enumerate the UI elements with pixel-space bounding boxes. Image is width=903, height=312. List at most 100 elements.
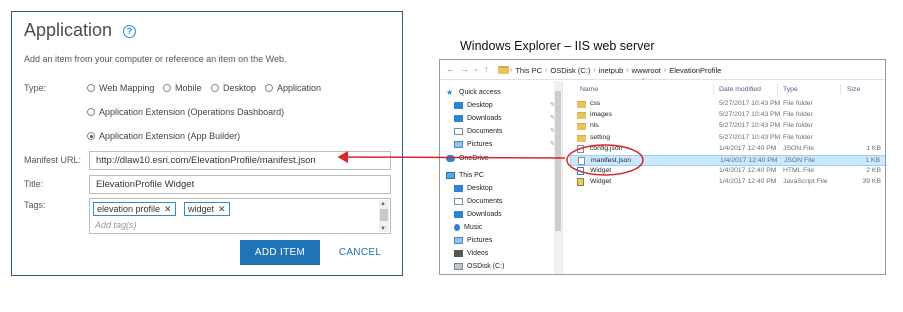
star-icon: ★ bbox=[446, 88, 454, 97]
file-name: Widget bbox=[590, 178, 612, 186]
title-input[interactable]: ElevationProfile Widget bbox=[89, 175, 391, 194]
file-date: 5/27/2017 10:43 PM bbox=[719, 111, 781, 119]
column-divider[interactable] bbox=[777, 84, 778, 95]
radio-circle[interactable] bbox=[163, 84, 171, 92]
chevron-right-icon: › bbox=[626, 66, 629, 74]
nav-label: Pictures bbox=[467, 141, 493, 148]
remove-tag-icon[interactable]: ✕ bbox=[164, 204, 172, 215]
radio-mobile[interactable]: Mobile bbox=[163, 83, 202, 93]
breadcrumb-item[interactable]: wwwroot bbox=[632, 66, 661, 75]
nav-item-this-pc[interactable]: This PC bbox=[446, 170, 484, 181]
downloads-icon bbox=[454, 115, 463, 122]
nav-item-pictures-pc[interactable]: Pictures bbox=[454, 235, 492, 246]
nav-label: OneDrive bbox=[459, 155, 489, 162]
manifest-url-input[interactable]: http://dlaw10.esri.com/ElevationProfile/… bbox=[89, 151, 391, 170]
scroll-thumb[interactable] bbox=[380, 209, 388, 221]
recent-dropdown-icon[interactable]: ⌄ bbox=[473, 65, 479, 73]
radio-label: Web Mapping bbox=[99, 83, 155, 93]
radio-application[interactable]: Application bbox=[265, 83, 321, 93]
nav-scrollbar[interactable] bbox=[554, 81, 562, 274]
downloads-icon bbox=[454, 211, 463, 218]
nav-item-desktop[interactable]: Desktop bbox=[454, 100, 493, 111]
radio-circle[interactable] bbox=[265, 84, 273, 92]
radio-circle[interactable] bbox=[87, 84, 95, 92]
column-header-type[interactable]: Type bbox=[783, 86, 798, 93]
radio-web-mapping[interactable]: Web Mapping bbox=[87, 83, 154, 93]
file-row[interactable]: images 5/27/2017 10:43 PM File folder bbox=[570, 110, 885, 121]
breadcrumb-item[interactable]: This PC bbox=[515, 66, 542, 75]
file-size: 1 KB bbox=[865, 157, 880, 164]
file-name: setting bbox=[590, 133, 611, 141]
column-divider[interactable] bbox=[713, 84, 714, 95]
help-icon[interactable]: ? bbox=[123, 25, 136, 38]
add-item-button[interactable]: ADD ITEM bbox=[240, 240, 320, 265]
column-header-size[interactable]: Size bbox=[847, 86, 860, 93]
file-date: 1/4/2017 12:40 PM bbox=[719, 178, 777, 186]
column-divider[interactable] bbox=[840, 84, 841, 95]
tags-input[interactable]: elevation profile ✕ widget ✕ Add tag(s) … bbox=[89, 198, 391, 234]
file-size: 39 KB bbox=[862, 178, 881, 186]
scroll-down-icon[interactable]: ▼ bbox=[380, 226, 386, 232]
file-date: 1/4/2017 12:40 PM bbox=[719, 167, 777, 175]
column-header-name[interactable]: Name bbox=[580, 86, 598, 93]
radio-circle-checked[interactable] bbox=[87, 132, 95, 140]
nav-label: Documents bbox=[467, 198, 503, 205]
remove-tag-icon[interactable]: ✕ bbox=[218, 204, 226, 215]
file-row[interactable]: Widget 1/4/2017 12:40 PM HTML File 2 KB bbox=[570, 166, 885, 177]
radio-label: Mobile bbox=[175, 83, 202, 93]
manifest-url-label: Manifest URL: bbox=[24, 155, 82, 165]
address-bar[interactable]: › This PC › OSDisk (C:) › inetpub › wwwr… bbox=[510, 63, 885, 77]
nav-label: Documents bbox=[467, 128, 503, 135]
file-icon bbox=[577, 144, 584, 153]
column-header-date[interactable]: Date modified bbox=[719, 86, 761, 93]
forward-arrow-icon[interactable]: → bbox=[460, 64, 469, 74]
nav-item-pictures[interactable]: Pictures bbox=[454, 139, 492, 150]
file-name: config.json bbox=[590, 144, 623, 152]
file-row[interactable]: nls 5/27/2017 10:43 PM File folder bbox=[570, 121, 885, 132]
scroll-up-icon[interactable]: ▲ bbox=[380, 201, 386, 207]
add-application-dialog: Application ? Add an item from your comp… bbox=[11, 11, 403, 276]
file-size: 1 KB bbox=[866, 144, 881, 152]
nav-item-downloads-pc[interactable]: Downloads bbox=[454, 209, 502, 220]
file-date: 5/27/2017 10:43 PM bbox=[719, 100, 781, 107]
breadcrumb-item[interactable]: ElevationProfile bbox=[669, 66, 721, 75]
file-date: 5/27/2017 10:43 PM bbox=[719, 133, 781, 141]
nav-item-onedrive[interactable]: OneDrive bbox=[446, 153, 489, 164]
file-row[interactable]: config.json 1/4/2017 12:40 PM JSON File 1 K… bbox=[570, 144, 885, 155]
breadcrumb-item[interactable]: inetpub bbox=[599, 66, 624, 75]
dialog-title: Application bbox=[24, 20, 113, 40]
breadcrumb-item[interactable]: OSDisk (C:) bbox=[550, 66, 590, 75]
radio-circle[interactable] bbox=[211, 84, 219, 92]
explorer-caption: Windows Explorer – IIS web server bbox=[460, 39, 655, 53]
file-row[interactable]: Widget 1/4/2017 12:40 PM JavaScript File 39… bbox=[570, 177, 885, 188]
desktop-icon bbox=[454, 102, 463, 109]
scroll-thumb[interactable] bbox=[555, 91, 561, 231]
radio-label: Application bbox=[277, 83, 322, 93]
nav-item-osdisk[interactable]: OSDisk (C:) bbox=[454, 261, 504, 272]
nav-item-documents-pc[interactable]: Documents bbox=[454, 196, 502, 207]
up-arrow-icon[interactable]: ↑ bbox=[484, 64, 489, 74]
radio-circle[interactable] bbox=[87, 108, 95, 116]
tags-scrollbar[interactable]: ▲ ▼ bbox=[379, 200, 389, 232]
radio-desktop[interactable]: Desktop bbox=[211, 83, 256, 93]
nav-label: This PC bbox=[459, 172, 484, 179]
folder-icon bbox=[498, 66, 509, 74]
nav-item-documents[interactable]: Documents bbox=[454, 126, 502, 137]
file-row[interactable]: setting 5/27/2017 10:43 PM File folder bbox=[570, 133, 885, 144]
cancel-button[interactable]: CANCEL bbox=[332, 240, 388, 265]
nav-item-quick-access[interactable]: ★ Quick access bbox=[446, 87, 501, 98]
nav-label: Downloads bbox=[467, 211, 502, 218]
file-name: Widget bbox=[590, 167, 612, 175]
address-row: ← → ⌄ ↑ › This PC › OSDisk (C:) › inetpu… bbox=[440, 60, 885, 80]
chevron-right-icon: › bbox=[663, 66, 667, 74]
file-icon bbox=[578, 157, 585, 165]
nav-item-videos[interactable]: Videos bbox=[454, 248, 488, 259]
radio-app-extension-dashboard[interactable]: Application Extension (Operations Dashbo… bbox=[87, 107, 284, 117]
nav-item-downloads[interactable]: Downloads bbox=[454, 113, 502, 124]
nav-item-music[interactable]: Music bbox=[454, 222, 482, 233]
radio-app-extension-app-builder[interactable]: Application Extension (App Builder) bbox=[87, 131, 240, 141]
file-row[interactable]: css 5/27/2017 10:43 PM File folder bbox=[570, 99, 885, 110]
file-row[interactable]: manifest.json 1/4/2017 12:40 PM JSON File 1… bbox=[570, 155, 885, 166]
nav-item-desktop-pc[interactable]: Desktop bbox=[454, 183, 493, 194]
back-arrow-icon[interactable]: ← bbox=[446, 64, 455, 74]
